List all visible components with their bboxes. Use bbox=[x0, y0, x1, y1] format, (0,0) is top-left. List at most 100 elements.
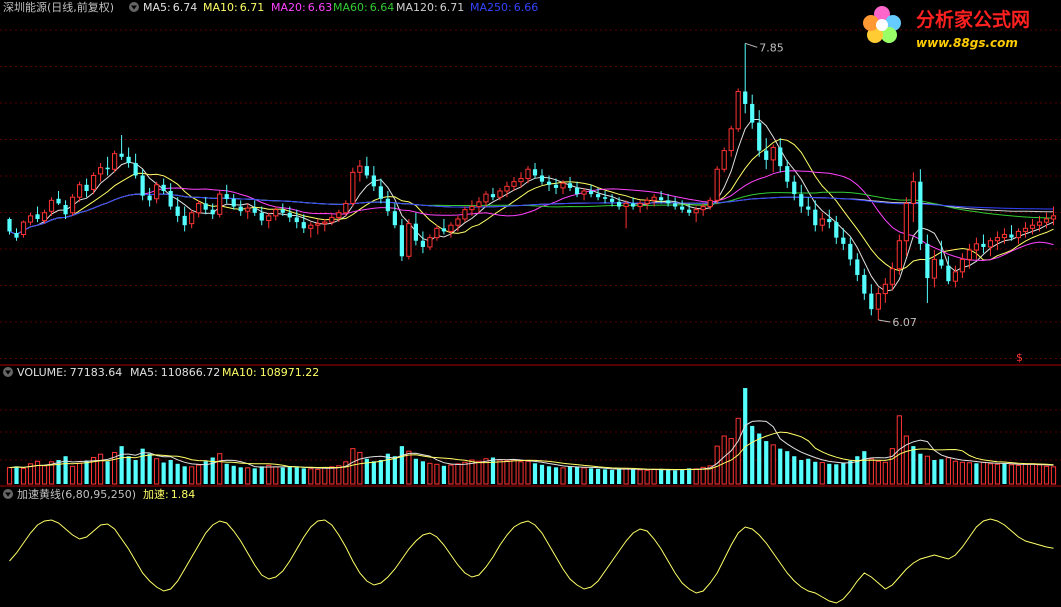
candle bbox=[224, 184, 229, 204]
candle-body-up bbox=[931, 258, 937, 279]
candle bbox=[357, 159, 363, 182]
candle-body-down bbox=[539, 175, 545, 182]
volume-bar-up bbox=[1043, 465, 1050, 485]
volume-header: VOLUME: 77183.64 MA5: 110866.72 MA10: 10897… bbox=[3, 366, 319, 379]
volume-bar-up bbox=[924, 455, 930, 485]
volume-bar-down bbox=[175, 463, 180, 484]
candle-body-up bbox=[154, 184, 160, 200]
candle-body-up bbox=[483, 193, 489, 203]
volume-bar-up bbox=[868, 458, 874, 485]
volume-bar-down bbox=[848, 460, 853, 484]
candle-body-down bbox=[210, 209, 215, 215]
candle bbox=[20, 220, 27, 238]
volume-bar-up bbox=[69, 465, 76, 485]
volume-bar-up bbox=[76, 462, 83, 485]
volume-bar-up bbox=[651, 468, 657, 485]
candle bbox=[350, 167, 356, 207]
candle bbox=[35, 206, 40, 223]
candle-body-down bbox=[14, 232, 19, 238]
volume-bar-up bbox=[97, 453, 104, 485]
volume-bar-down bbox=[827, 463, 832, 484]
candle bbox=[266, 212, 272, 229]
ma5-label: MA5: 6.74 bbox=[143, 1, 197, 14]
volume-value: VOLUME: 77183.64 bbox=[17, 366, 122, 379]
candle-body-down bbox=[848, 243, 853, 260]
volume-bar-up bbox=[357, 451, 363, 485]
candle-body-down bbox=[56, 198, 61, 204]
volume-bar-down bbox=[750, 425, 755, 484]
candle-body-down bbox=[673, 203, 678, 207]
candle-body-down bbox=[680, 206, 685, 210]
candle bbox=[203, 197, 208, 215]
candle bbox=[483, 191, 489, 207]
candle-body-down bbox=[841, 237, 846, 244]
candle bbox=[848, 237, 853, 266]
volume-bar-up bbox=[273, 466, 279, 485]
candle bbox=[1022, 222, 1029, 238]
candle-body-up bbox=[952, 271, 959, 282]
volume-bar-up bbox=[1022, 463, 1029, 485]
candle-body-down bbox=[785, 166, 790, 182]
ma60-label: MA60: 6.64 bbox=[333, 1, 394, 14]
candle-body-down bbox=[7, 218, 12, 232]
candle bbox=[644, 197, 650, 210]
volume-bar-up bbox=[266, 464, 272, 485]
volume-bar-down bbox=[792, 456, 797, 484]
candle bbox=[743, 43, 748, 114]
candle bbox=[161, 178, 166, 195]
candle-body-down bbox=[420, 240, 425, 247]
candle bbox=[939, 240, 944, 269]
candle-body-up bbox=[357, 165, 363, 173]
volume-bar-up bbox=[406, 450, 412, 485]
candle bbox=[238, 200, 243, 216]
candle-body-down bbox=[280, 209, 285, 213]
candle bbox=[490, 187, 496, 201]
volume-bar-down bbox=[595, 468, 601, 484]
volume-bar-down bbox=[680, 469, 685, 484]
volume-ma10: MA10: 108971.22 bbox=[222, 366, 319, 379]
candle bbox=[750, 94, 755, 129]
candle bbox=[105, 156, 110, 176]
volume-bar-down bbox=[687, 468, 692, 484]
ma250-label: MA250: 6.66 bbox=[470, 1, 538, 14]
candle bbox=[399, 218, 404, 261]
candle-body-up bbox=[1015, 230, 1022, 239]
candle bbox=[792, 175, 797, 201]
candle-body-down bbox=[364, 166, 369, 176]
candle bbox=[973, 237, 980, 260]
flower-logo-icon bbox=[863, 6, 901, 43]
candle bbox=[308, 222, 314, 238]
volume-bar-up bbox=[959, 461, 966, 485]
candle-body-down bbox=[392, 211, 397, 226]
candle bbox=[637, 200, 643, 213]
volume-bar-up bbox=[721, 435, 727, 485]
indicator-header: 加速黄线(6,80,95,250) 加速: 1.84 bbox=[3, 487, 195, 501]
candle-body-up bbox=[707, 199, 713, 208]
candle-body-down bbox=[105, 167, 110, 170]
candle-body-down bbox=[126, 156, 131, 164]
candle bbox=[875, 287, 881, 321]
volume-bar-down bbox=[161, 462, 166, 484]
candle-body-down bbox=[490, 194, 496, 198]
volume-bar-up bbox=[966, 462, 973, 485]
volume-bar-down bbox=[182, 466, 187, 484]
candle-body-down bbox=[259, 212, 264, 221]
candle-body-down bbox=[602, 197, 608, 199]
site-logo: 分析家公式网 www.88gs.com bbox=[863, 6, 1030, 50]
candle bbox=[336, 209, 342, 223]
candle bbox=[364, 156, 369, 179]
candle bbox=[903, 197, 909, 257]
ma120-label: MA120: 6.71 bbox=[396, 1, 464, 14]
candle-body-up bbox=[700, 206, 706, 211]
candle-body-down bbox=[546, 181, 552, 185]
volume-bar-down bbox=[133, 460, 138, 484]
candle-body-down bbox=[385, 198, 390, 212]
volume-bar-down bbox=[1002, 463, 1007, 484]
volume-bar-up bbox=[476, 460, 482, 485]
candle-body-down bbox=[553, 184, 559, 188]
candle-body-down bbox=[119, 153, 124, 157]
candle-body-up bbox=[714, 168, 720, 201]
candle-body-down bbox=[224, 194, 229, 199]
volume-bar-down bbox=[743, 388, 748, 484]
volume-bar-up bbox=[217, 453, 223, 485]
